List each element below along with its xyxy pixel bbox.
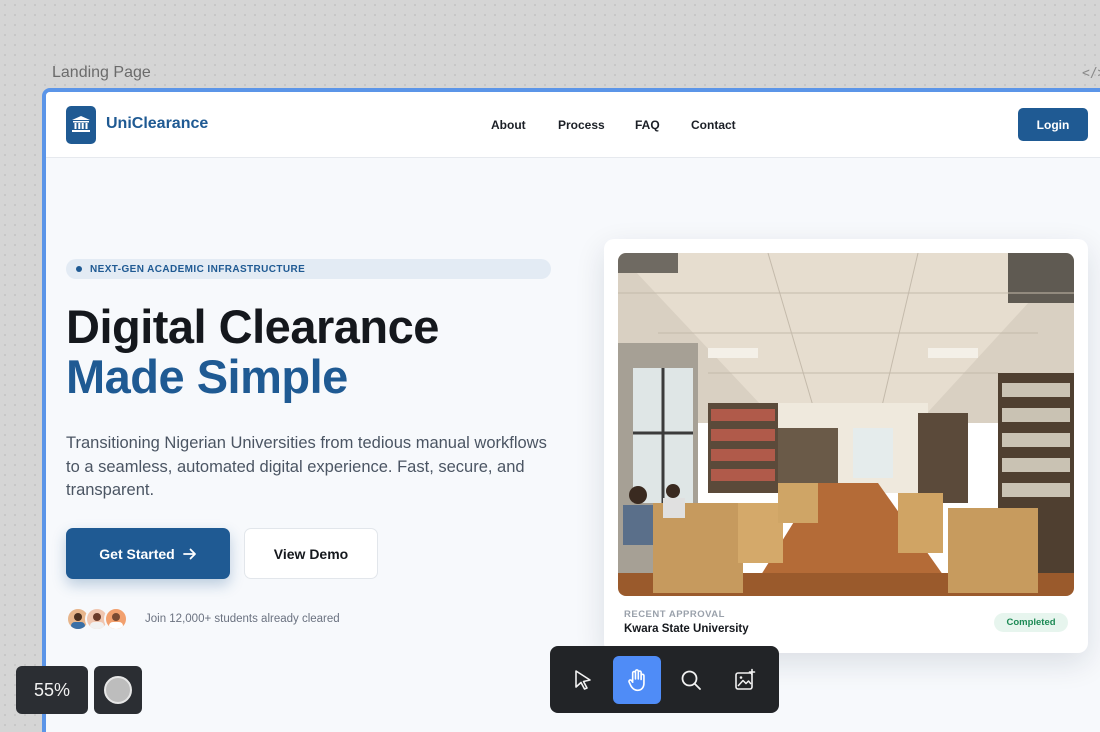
get-started-button[interactable]: Get Started <box>66 528 230 579</box>
code-view-icon[interactable]: </> <box>1082 66 1100 81</box>
hero-title-line1: Digital Clearance <box>66 300 439 353</box>
frame-label: Landing Page <box>52 64 151 81</box>
nav-link-process[interactable]: Process <box>558 118 605 132</box>
hero-title: Digital Clearance Made Simple <box>66 302 439 402</box>
badge-text: NEXT-GEN ACADEMIC INFRASTRUCTURE <box>90 263 306 275</box>
navbar: UniClearance About Process FAQ Contact L… <box>46 92 1100 158</box>
search-icon <box>681 670 701 690</box>
search-tool[interactable] <box>667 656 715 704</box>
social-proof-text: Join 12,000+ students already cleared <box>145 613 340 625</box>
zoom-level[interactable]: 55% <box>16 666 88 714</box>
add-image-icon <box>735 668 756 690</box>
hand-icon <box>628 669 645 692</box>
status-badge: Completed <box>994 613 1068 632</box>
university-building-icon <box>72 116 90 132</box>
hand-tool[interactable] <box>613 656 661 704</box>
nav-link-contact[interactable]: Contact <box>691 118 736 132</box>
view-demo-button[interactable]: View Demo <box>244 528 378 579</box>
canvas-toolbar <box>550 646 779 713</box>
login-button[interactable]: Login <box>1018 108 1088 141</box>
theme-toggle[interactable] <box>94 666 142 714</box>
landing-page-frame[interactable]: UniClearance About Process FAQ Contact L… <box>42 88 1100 732</box>
arrow-right-icon <box>182 548 196 559</box>
hero-title-line2: Made Simple <box>66 350 348 403</box>
avatar <box>104 607 128 631</box>
add-image-tool[interactable] <box>721 656 769 704</box>
pointer-icon <box>575 670 591 690</box>
badge-dot-icon <box>76 266 82 272</box>
hero-subtitle: Transitioning Nigerian Universities from… <box>66 434 547 499</box>
get-started-label: Get Started <box>99 545 175 562</box>
recent-approval-card: RECENT APPROVAL Kwara State University C… <box>604 239 1088 653</box>
card-university: Kwara State University <box>624 623 749 635</box>
theme-circle-icon <box>104 676 132 704</box>
card-label: RECENT APPROVAL <box>624 609 725 620</box>
nav-link-about[interactable]: About <box>491 118 526 132</box>
brand-name[interactable]: UniClearance <box>106 115 208 133</box>
pointer-tool[interactable] <box>559 656 607 704</box>
library-photo <box>618 253 1074 596</box>
hero-badge: NEXT-GEN ACADEMIC INFRASTRUCTURE <box>66 259 551 279</box>
logo[interactable] <box>66 106 96 144</box>
nav-link-faq[interactable]: FAQ <box>635 118 660 132</box>
